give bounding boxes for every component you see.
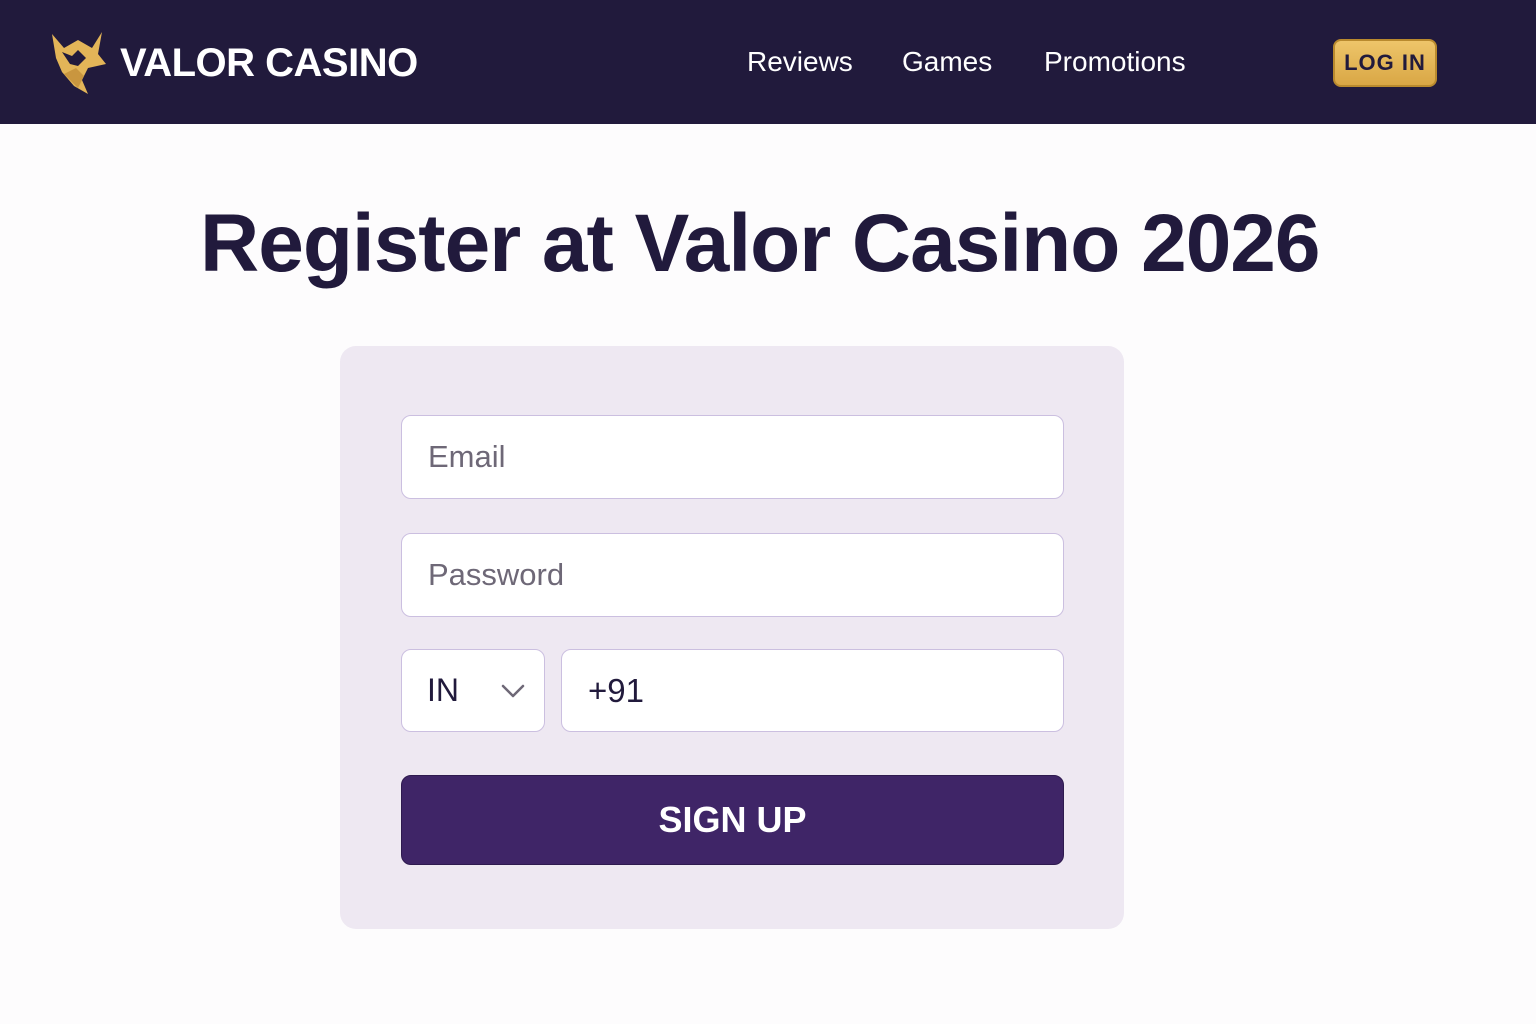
email-field[interactable] — [402, 416, 1063, 498]
brand-name: VALOR CASINO — [120, 40, 418, 85]
sign-up-button[interactable]: SIGN UP — [401, 775, 1064, 865]
registration-form-card: IN SIGN UP — [340, 346, 1124, 929]
country-code-value: IN — [427, 672, 459, 708]
login-button[interactable]: LOG IN — [1333, 39, 1437, 87]
country-code-select[interactable]: IN — [401, 649, 545, 732]
nav-promotions[interactable]: Promotions — [1044, 42, 1186, 82]
password-field-wrapper — [401, 533, 1064, 617]
nav-games[interactable]: Games — [902, 42, 992, 82]
top-navbar: VALOR CASINO Reviews Games Promotions LO… — [0, 0, 1536, 124]
page-title: Register at Valor Casino 2026 — [200, 198, 1321, 289]
chevron-down-icon — [501, 684, 525, 698]
nav-reviews[interactable]: Reviews — [747, 42, 853, 82]
phone-number-field[interactable] — [562, 650, 1063, 731]
fox-head-logo-icon — [52, 32, 106, 94]
password-field[interactable] — [402, 534, 1063, 616]
phone-field-wrapper — [561, 649, 1064, 732]
email-field-wrapper — [401, 415, 1064, 499]
brand-logo[interactable]: VALOR CASINO — [48, 28, 418, 98]
